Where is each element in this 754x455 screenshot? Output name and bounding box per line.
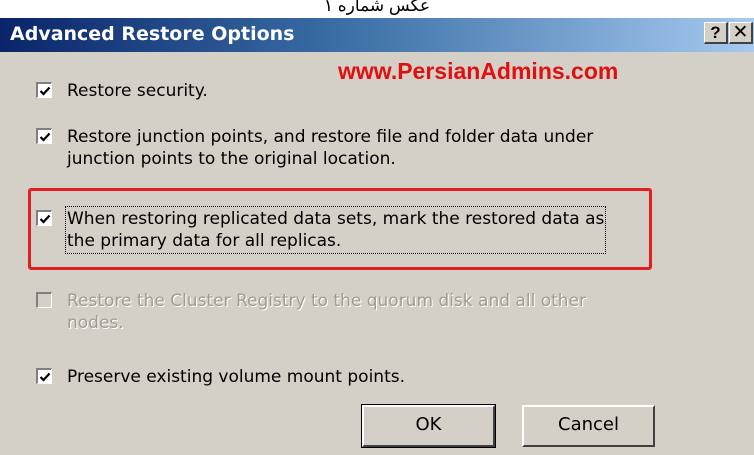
- cancel-button[interactable]: Cancel: [522, 405, 655, 447]
- restore-junction-points-checkbox[interactable]: [36, 128, 52, 144]
- dialog-title: Advanced Restore Options: [10, 23, 295, 45]
- checkmark-icon: [39, 372, 51, 382]
- restore-cluster-registry-checkbox: [36, 292, 52, 308]
- page-caption: عکس شماره ۱: [0, 0, 754, 18]
- ok-button[interactable]: OK: [361, 404, 496, 448]
- close-button[interactable]: ✕: [729, 22, 753, 44]
- watermark-text: www.PersianAdmins.com: [338, 58, 619, 84]
- dialog-title-bar[interactable]: Advanced Restore Options ? ✕: [0, 18, 754, 52]
- restore-security-label: Restore security.: [67, 81, 208, 101]
- mark-primary-replica-checkbox[interactable]: [36, 210, 52, 226]
- preserve-mount-points-checkbox[interactable]: [36, 368, 52, 384]
- checkmark-icon: [39, 132, 51, 142]
- restore-junction-points-label: Restore junction points, and restore fil…: [67, 127, 594, 169]
- help-icon: ?: [710, 23, 721, 42]
- restore-security-checkbox[interactable]: [36, 82, 52, 98]
- restore-cluster-registry-label: Restore the Cluster Registry to the quor…: [67, 291, 586, 333]
- mark-primary-replica-label: When restoring replicated data sets, mar…: [64, 206, 607, 254]
- checkmark-icon: [39, 214, 51, 224]
- preserve-mount-points-label: Preserve existing volume mount points.: [67, 367, 405, 387]
- checkmark-icon: [39, 86, 51, 96]
- help-button[interactable]: ?: [704, 22, 728, 44]
- close-icon: ✕: [732, 22, 749, 43]
